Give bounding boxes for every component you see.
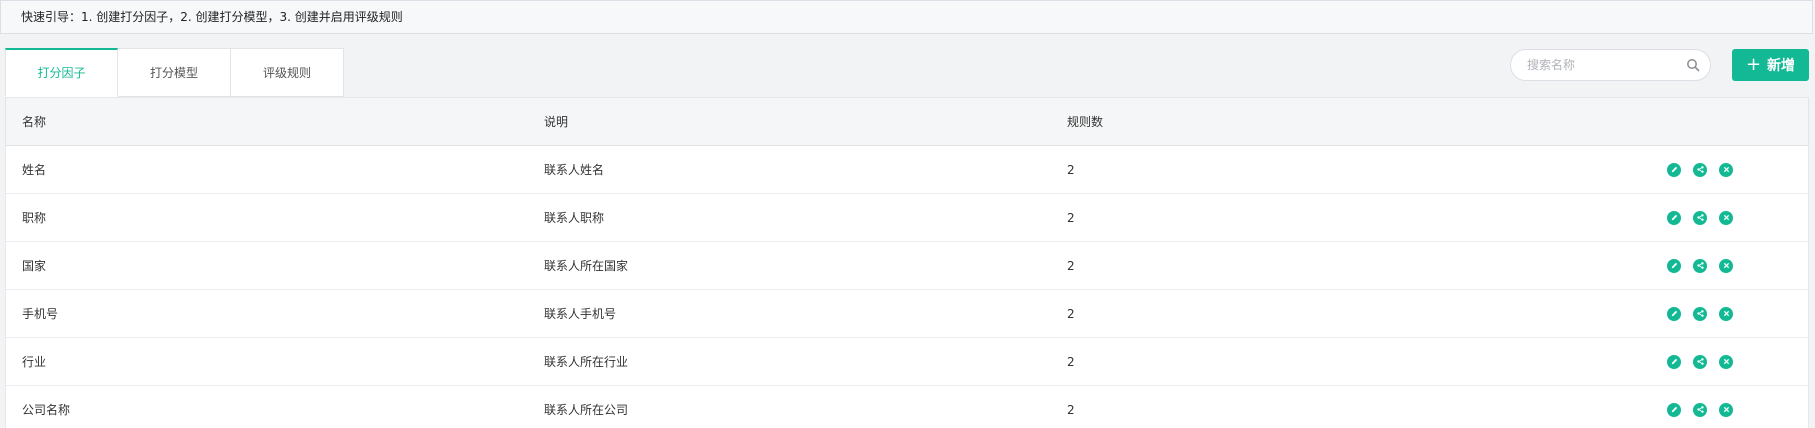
edit-icon[interactable]	[1667, 354, 1681, 369]
cell-rule-count: 2	[1067, 210, 1075, 225]
cell-rule-count: 2	[1067, 258, 1075, 273]
search-icon[interactable]	[1686, 58, 1700, 72]
delete-icon[interactable]	[1719, 306, 1733, 321]
plus-icon: +	[1745, 54, 1762, 75]
cell-name: 职称	[22, 211, 47, 225]
cell-description: 联系人姓名	[544, 163, 605, 177]
cell-rule-count: 2	[1067, 354, 1075, 369]
delete-icon[interactable]	[1719, 402, 1733, 417]
delete-icon[interactable]	[1719, 354, 1733, 369]
delete-icon[interactable]	[1719, 210, 1733, 225]
share-icon[interactable]	[1693, 162, 1707, 177]
share-icon[interactable]	[1693, 402, 1707, 417]
delete-icon[interactable]	[1719, 258, 1733, 273]
cell-name: 公司名称	[22, 403, 71, 417]
row-actions	[1631, 210, 1808, 225]
factors-table: 名称 说明 规则数 姓名 联系人姓名 2 职称 联系人职称 2 国家 联系人所在…	[5, 97, 1809, 428]
table-row: 手机号 联系人手机号 2	[6, 290, 1808, 338]
column-header-name: 名称	[22, 115, 47, 129]
cell-description: 联系人职称	[544, 211, 605, 225]
search-box	[1510, 49, 1711, 81]
cell-description: 联系人所在行业	[544, 355, 629, 369]
cell-name: 姓名	[22, 163, 47, 177]
row-actions	[1631, 354, 1808, 369]
add-button-label: 新增	[1767, 58, 1796, 74]
edit-icon[interactable]	[1667, 402, 1681, 417]
column-header-description: 说明	[544, 115, 569, 129]
cell-name: 国家	[22, 259, 47, 273]
row-actions	[1631, 306, 1808, 321]
cell-name: 手机号	[22, 307, 59, 321]
table-row: 姓名 联系人姓名 2	[6, 146, 1808, 194]
edit-icon[interactable]	[1667, 306, 1681, 321]
edit-icon[interactable]	[1667, 258, 1681, 273]
row-actions	[1631, 402, 1808, 417]
cell-description: 联系人手机号	[544, 307, 617, 321]
tab-scoring-models[interactable]: 打分模型	[118, 48, 231, 97]
cell-rule-count: 2	[1067, 402, 1075, 417]
tab-scoring-factors[interactable]: 打分因子	[5, 48, 118, 97]
tab-bar: 打分因子 打分模型 评级规则	[5, 48, 344, 97]
table-row: 国家 联系人所在国家 2	[6, 242, 1808, 290]
cell-description: 联系人所在公司	[544, 403, 629, 417]
cell-name: 行业	[22, 355, 47, 369]
share-icon[interactable]	[1693, 354, 1707, 369]
table-body: 姓名 联系人姓名 2 职称 联系人职称 2 国家 联系人所在国家 2 手机号 联…	[6, 146, 1808, 428]
table-row: 行业 联系人所在行业 2	[6, 338, 1808, 386]
cell-rule-count: 2	[1067, 306, 1075, 321]
share-icon[interactable]	[1693, 258, 1707, 273]
delete-icon[interactable]	[1719, 162, 1733, 177]
edit-icon[interactable]	[1667, 210, 1681, 225]
table-row: 职称 联系人职称 2	[6, 194, 1808, 242]
search-input[interactable]	[1527, 50, 1687, 80]
share-icon[interactable]	[1693, 306, 1707, 321]
row-actions	[1631, 258, 1808, 273]
share-icon[interactable]	[1693, 210, 1707, 225]
add-button[interactable]: + 新增	[1732, 49, 1809, 81]
column-header-rule-count: 规则数	[1067, 115, 1104, 129]
cell-rule-count: 2	[1067, 162, 1075, 177]
cell-description: 联系人所在国家	[544, 259, 629, 273]
edit-icon[interactable]	[1667, 162, 1681, 177]
table-header: 名称 说明 规则数	[6, 98, 1808, 146]
tab-rating-rules[interactable]: 评级规则	[231, 48, 344, 97]
row-actions	[1631, 162, 1808, 177]
table-row: 公司名称 联系人所在公司 2	[6, 386, 1808, 428]
quick-guide-banner: 快速引导：1. 创建打分因子，2. 创建打分模型，3. 创建并启用评级规则	[0, 0, 1813, 34]
